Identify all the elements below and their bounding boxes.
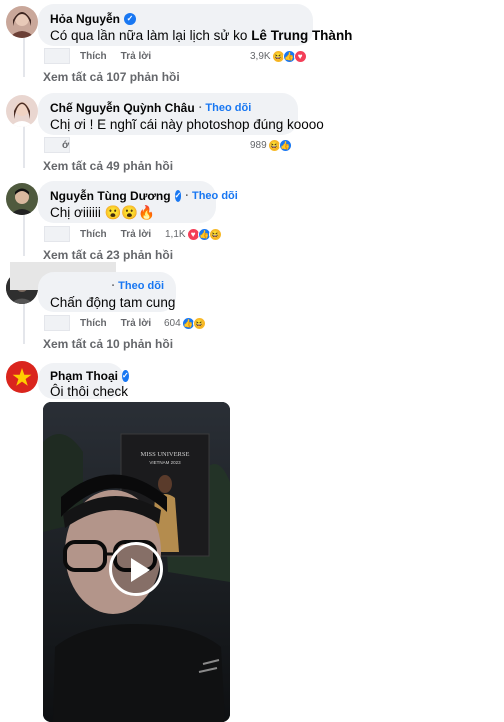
comment-text: Có qua lần nữa làm lại lịch sử ko (50, 28, 248, 43)
verified-badge-icon: ✓ (124, 13, 137, 25)
comment-actions: Thích Trả lời (44, 226, 165, 242)
thread-line-4 (23, 300, 25, 344)
verified-badge-icon: ✓ (174, 190, 182, 202)
comment-text: Chị ơi ! E nghĩ cái này photoshop đúng k… (50, 117, 324, 132)
reaction-count: 989 (250, 139, 267, 151)
view-replies-link[interactable]: Xem tất cả 10 phản hồi (43, 337, 173, 351)
reaction-summary[interactable]: 989 😆 👍 (250, 137, 292, 153)
reply-action[interactable]: Trả lời (121, 51, 151, 62)
avatar[interactable] (6, 95, 38, 127)
comment-text: Chị ơiiiiii 😮😮🔥 (50, 205, 156, 220)
comment-author[interactable]: Nguyễn Tùng Dương (50, 188, 171, 204)
reaction-summary[interactable]: 3,9K 😆 👍 ♥ (250, 48, 307, 64)
play-icon (131, 558, 150, 582)
view-replies-link[interactable]: Xem tất cả 23 phản hồi (43, 248, 173, 262)
comment-text: Ôi thôi check (50, 384, 129, 399)
reply-action[interactable]: Trả lời (121, 318, 151, 329)
reaction-count: 3,9K (250, 50, 271, 62)
video-attachment[interactable]: MISS UNIVERSE VIETNAM 2023 (43, 402, 230, 722)
avatar[interactable] (6, 183, 38, 215)
comment-actions: ớ (44, 137, 83, 153)
like-action[interactable]: Thích (80, 229, 107, 240)
like-action[interactable]: Thích (80, 51, 107, 62)
avatar[interactable] (6, 6, 38, 38)
follow-button[interactable]: Theo dõi (185, 188, 238, 204)
reaction-summary[interactable]: 1,1K ♥ 👍 😆 (165, 226, 222, 242)
haha-reaction-icon: 😆 (208, 227, 222, 241)
poster-subtitle: VIETNAM 2023 (149, 460, 181, 465)
like-reaction-icon: 👍 (278, 138, 292, 152)
comment-author[interactable]: Chế Nguyễn Quỳnh Châu (50, 100, 195, 116)
haha-reaction-icon: 😆 (192, 316, 206, 330)
comment-author[interactable]: Phạm Thoại (50, 368, 118, 384)
vietnam-flag-icon (6, 361, 38, 393)
like-action[interactable]: Thích (80, 318, 107, 329)
comment-actions: Thích Trả lời (44, 48, 165, 64)
redacted-box (44, 226, 70, 242)
redacted-box (44, 48, 70, 64)
verified-badge-icon: ✓ (122, 370, 129, 382)
comment-actions: Thích Trả lời (44, 315, 165, 331)
comment-author[interactable]: Hỏa Nguyễn (50, 11, 120, 27)
view-replies-link[interactable]: Xem tất cả 49 phản hồi (43, 159, 173, 173)
reaction-count: 604 (164, 317, 181, 329)
view-replies-link[interactable]: Xem tất cả 107 phản hồi (43, 70, 180, 84)
comment-bubble: Nguyễn Tùng Dương ✓ Theo dõi Chị ơiiiiii… (38, 181, 238, 223)
thread-line-1 (23, 37, 25, 77)
mention-link[interactable]: Lê Trung Thành (251, 28, 352, 43)
comment-bubble: Hỏa Nguyễn ✓ Có qua lần nữa làm lại lịch… (38, 4, 352, 46)
comment-text: Chấn động tam cung (50, 295, 176, 310)
follow-button[interactable]: Theo dõi (199, 100, 251, 116)
love-reaction-icon: ♥ (293, 49, 307, 63)
redacted-box (44, 315, 70, 331)
thread-line-2 (23, 124, 25, 168)
comment-bubble: Chế Nguyễn Quỳnh Châu Theo dõi Chị ơi ! … (38, 93, 324, 135)
comment-bubble: Phạm Thoại ✓ Ôi thôi check (38, 363, 129, 399)
play-button[interactable] (109, 542, 163, 596)
partial-action-text: ớ (62, 139, 70, 151)
reaction-count: 1,1K (165, 228, 186, 240)
poster-title: MISS UNIVERSE (141, 451, 190, 458)
reaction-summary[interactable]: 604 👍 😆 (164, 315, 206, 331)
reply-action[interactable]: Trả lời (121, 229, 151, 240)
avatar[interactable] (6, 361, 38, 393)
follow-button[interactable]: Theo dõi (111, 278, 164, 294)
thread-line-3 (23, 212, 25, 256)
comment-bubble: Theo dõi Chấn động tam cung (38, 272, 176, 312)
